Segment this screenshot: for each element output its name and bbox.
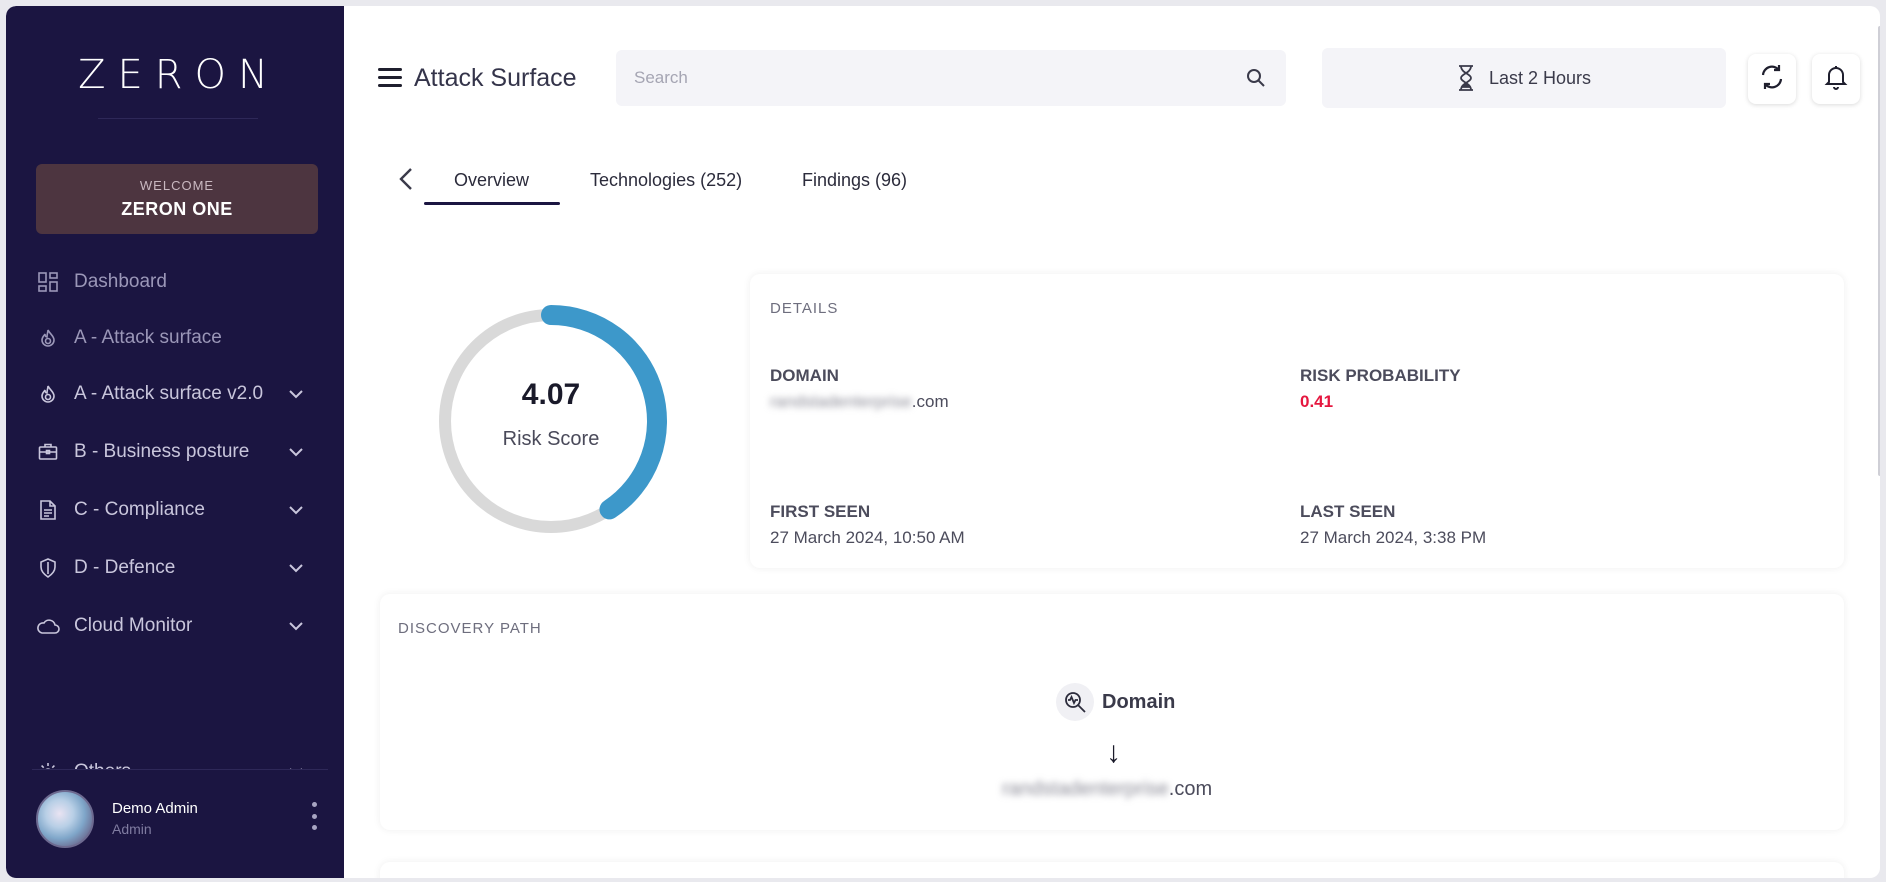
cloud-icon <box>36 614 60 638</box>
avatar[interactable] <box>36 790 94 848</box>
sidebar-item-compliance[interactable]: C - Compliance <box>36 490 306 530</box>
last-seen-label: LAST SEEN <box>1300 502 1396 521</box>
redacted-domain: randstadenterprise <box>1002 778 1169 800</box>
refresh-button[interactable] <box>1748 54 1796 104</box>
sidebar-item-attack-surface[interactable]: A - Attack surface <box>36 318 306 358</box>
details-title: DETAILS <box>770 300 839 317</box>
sidebar-item-cloud-monitor[interactable]: Cloud Monitor <box>36 606 306 646</box>
bell-icon <box>1824 64 1848 95</box>
chevron-left-icon <box>399 167 413 196</box>
discovery-title: DISCOVERY PATH <box>398 620 542 637</box>
details-card: DETAILS DOMAIN randstadenterprise.com RI… <box>750 274 1844 568</box>
search-icon[interactable] <box>1246 68 1266 88</box>
hamburger-menu-icon[interactable] <box>378 68 402 88</box>
sidebar-item-label: D - Defence <box>74 557 176 578</box>
kebab-menu-icon[interactable] <box>306 802 322 830</box>
refresh-icon <box>1758 63 1786 96</box>
flame-icon <box>36 382 60 406</box>
gauge-value-arc <box>541 305 667 520</box>
briefcase-icon <box>36 440 60 464</box>
first-seen-label: FIRST SEEN <box>770 502 871 521</box>
sidebar: ZERON WELCOME ZERON ONE Dashboard A - At… <box>6 6 344 878</box>
sidebar-item-label: Dashboard <box>74 271 167 292</box>
domain-search-icon <box>1056 683 1094 721</box>
risk-probability-label: RISK PROBABILITY <box>1300 366 1461 385</box>
risk-score-gauge <box>439 305 667 533</box>
sidebar-item-label: B - Business posture <box>74 441 250 462</box>
domain-suffix: .com <box>1168 778 1213 800</box>
sidebar-item-attack-surface-v2[interactable]: A - Attack surface v2.0 <box>36 374 306 414</box>
time-range-label: Last 2 Hours <box>1488 67 1592 88</box>
domain-suffix: .com <box>911 392 949 411</box>
logo-divider <box>98 118 258 119</box>
sidebar-nav: Dashboard A - Attack surface A - Attack … <box>6 254 344 769</box>
sidebar-item-label: Others <box>74 761 286 769</box>
sidebar-item-label: Cloud Monitor <box>74 615 193 636</box>
arrow-down-icon: ↓ <box>1106 736 1121 769</box>
discovery-domain: randstadenterprise.com <box>1002 778 1212 801</box>
next-card <box>380 862 1844 878</box>
tab-findings[interactable]: Findings (96) <box>802 170 907 191</box>
sidebar-item-label: A - Attack surface v2.0 <box>74 383 264 404</box>
chevron-down-icon[interactable] <box>286 762 306 769</box>
welcome-name: ZERON ONE <box>121 199 233 219</box>
zeron-logo: ZERON <box>78 52 280 98</box>
domain-label: DOMAIN <box>770 366 839 385</box>
flame-icon <box>36 326 60 350</box>
tab-technologies[interactable]: Technologies (252) <box>590 170 742 191</box>
welcome-card: WELCOME ZERON ONE <box>36 164 318 234</box>
notifications-button[interactable] <box>1812 54 1860 104</box>
sidebar-item-others[interactable]: Others <box>36 752 306 769</box>
welcome-label: WELCOME <box>139 178 215 193</box>
page-title: Attack Surface <box>414 64 577 92</box>
discovery-node-label: Domain <box>1102 690 1176 713</box>
first-seen-value: 27 March 2024, 10:50 AM <box>770 528 965 547</box>
redacted-domain: randstadenterprise <box>770 392 912 411</box>
tab-overview[interactable]: Overview <box>454 170 529 191</box>
app-window: ZERON WELCOME ZERON ONE Dashboard A - At… <box>6 6 1880 878</box>
chevron-down-icon[interactable] <box>286 442 306 462</box>
last-seen-value: 27 March 2024, 3:38 PM <box>1300 528 1487 547</box>
gear-icon <box>36 760 60 769</box>
risk-score-value: 4.07 <box>521 378 581 411</box>
sidebar-item-label: A - Attack surface <box>74 327 222 348</box>
grid-icon <box>36 270 60 294</box>
chevron-down-icon[interactable] <box>286 500 306 520</box>
chevron-down-icon[interactable] <box>286 558 306 578</box>
chevron-down-icon[interactable] <box>286 616 306 636</box>
user-name: Demo Admin <box>112 800 198 817</box>
domain-value: randstadenterprise.com <box>770 392 949 412</box>
sidebar-item-label: C - Compliance <box>74 499 205 520</box>
search-input[interactable] <box>634 50 1214 106</box>
search-box <box>616 50 1286 106</box>
hourglass-icon <box>1457 65 1475 91</box>
active-tab-indicator <box>424 202 560 205</box>
discovery-node: Domain <box>1056 682 1175 722</box>
chevron-down-icon[interactable] <box>286 384 306 404</box>
risk-score-label: Risk Score <box>502 428 600 450</box>
sidebar-divider <box>32 769 328 770</box>
document-icon <box>36 498 60 522</box>
risk-probability-value: 0.41 <box>1300 392 1334 411</box>
scrollbar[interactable] <box>1878 26 1880 476</box>
sidebar-item-business-posture[interactable]: B - Business posture <box>36 432 306 472</box>
shield-icon <box>36 556 60 580</box>
sidebar-item-defence[interactable]: D - Defence <box>36 548 306 588</box>
sidebar-item-dashboard[interactable]: Dashboard <box>36 262 306 302</box>
user-profile: Demo Admin Admin <box>36 786 326 850</box>
user-role: Admin <box>112 821 152 837</box>
time-range-selector[interactable]: Last 2 Hours <box>1322 48 1726 108</box>
back-button[interactable] <box>394 166 418 196</box>
